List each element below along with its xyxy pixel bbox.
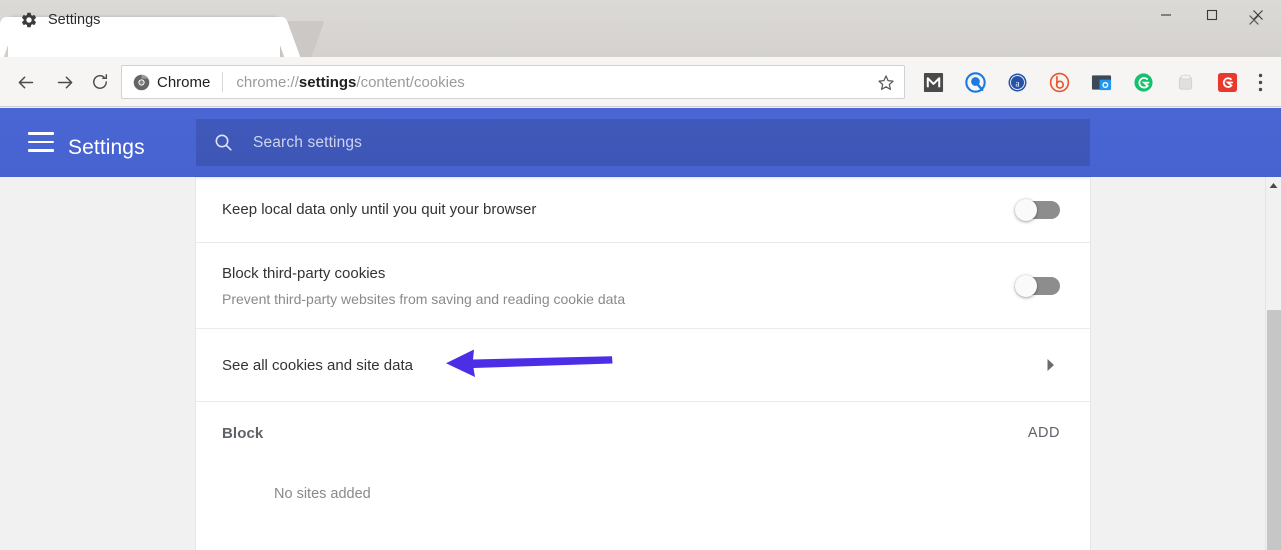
row-text-block: See all cookies and site data <box>222 355 413 376</box>
reload-icon[interactable] <box>83 65 117 99</box>
block-empty-state: No sites added <box>196 464 1090 524</box>
chrome-menu-icon[interactable] <box>1245 65 1275 99</box>
back-arrow-icon[interactable] <box>8 65 42 99</box>
keep-local-data-row[interactable]: Keep local data only until you quit your… <box>196 177 1090 242</box>
row-text-block: Keep local data only until you quit your… <box>222 199 536 220</box>
block-section-label: Block <box>222 424 264 442</box>
omnibox-brand-label: Chrome <box>157 73 211 91</box>
search-icon <box>211 131 235 155</box>
row-subtitle: Prevent third-party websites from saving… <box>222 290 626 307</box>
screenshot-extension-icon[interactable] <box>1080 65 1122 99</box>
close-window-button[interactable] <box>1235 0 1281 30</box>
address-bar[interactable]: Chrome chrome://settings/content/cookies <box>121 65 905 99</box>
hunter-extension-icon[interactable] <box>954 65 996 99</box>
forward-arrow-icon[interactable] <box>48 65 82 99</box>
grammarly-extension-icon[interactable] <box>1122 65 1164 99</box>
gear-icon <box>20 11 38 29</box>
browser-toolbar: Chrome chrome://settings/content/cookies <box>0 57 1281 107</box>
toggle-knob <box>1015 198 1037 221</box>
keep-local-data-toggle[interactable] <box>1015 198 1060 221</box>
add-button[interactable]: ADD <box>1022 419 1066 447</box>
toggle-knob <box>1015 274 1037 297</box>
tab-title: Settings <box>48 12 101 28</box>
scroll-up-icon[interactable] <box>1266 177 1281 194</box>
row-title: Keep local data only until you quit your… <box>222 201 537 218</box>
chevron-right-icon[interactable] <box>1046 358 1056 372</box>
url-prefix: chrome:// <box>236 73 299 91</box>
gmass-extension-icon[interactable] <box>1206 65 1248 99</box>
tab-strip: Settings <box>0 0 1281 57</box>
row-title: Block third-party cookies <box>222 264 386 282</box>
minimize-button[interactable] <box>1143 0 1189 30</box>
omnibox-url: chrome://settings/content/cookies <box>236 74 464 91</box>
bookmark-star-icon[interactable] <box>876 73 896 93</box>
block-third-party-cookies-toggle[interactable] <box>1015 274 1060 297</box>
block-third-party-cookies-row[interactable]: Block third-party cookies Prevent third-… <box>196 243 1090 328</box>
lastpass-extension-icon[interactable] <box>1164 65 1206 99</box>
search-placeholder: Search settings <box>253 133 363 151</box>
vertical-scrollbar[interactable] <box>1265 177 1281 550</box>
buzzsumo-extension-icon[interactable] <box>1038 65 1080 99</box>
chrome-logo-icon <box>133 74 150 91</box>
page-title: Settings <box>68 136 145 159</box>
url-host: settings <box>298 73 357 91</box>
scrollbar-thumb[interactable] <box>1267 310 1281 550</box>
omnibox-divider <box>222 72 224 92</box>
row-title: See all cookies and site data <box>222 356 413 374</box>
maximize-button[interactable] <box>1189 0 1235 30</box>
empty-state-text: No sites added <box>274 486 371 502</box>
cookies-settings-card: Keep local data only until you quit your… <box>196 177 1090 550</box>
alexa-extension-icon[interactable]: a <box>996 65 1038 99</box>
row-text-block: Block third-party cookies Prevent third-… <box>222 263 625 309</box>
see-all-cookies-row[interactable]: See all cookies and site data <box>196 329 1090 401</box>
extensions-tray: a <box>912 65 1248 99</box>
search-settings-input[interactable]: Search settings <box>196 119 1090 166</box>
window-controls <box>1143 0 1281 30</box>
mailtrack-extension-icon[interactable] <box>912 65 954 99</box>
url-path: /content/cookies <box>356 73 465 91</box>
block-section-header: Block ADD <box>196 402 1090 464</box>
hamburger-menu-icon[interactable] <box>28 132 56 153</box>
browser-window: Settings Chrome chrome://settings/conten… <box>0 0 1281 550</box>
